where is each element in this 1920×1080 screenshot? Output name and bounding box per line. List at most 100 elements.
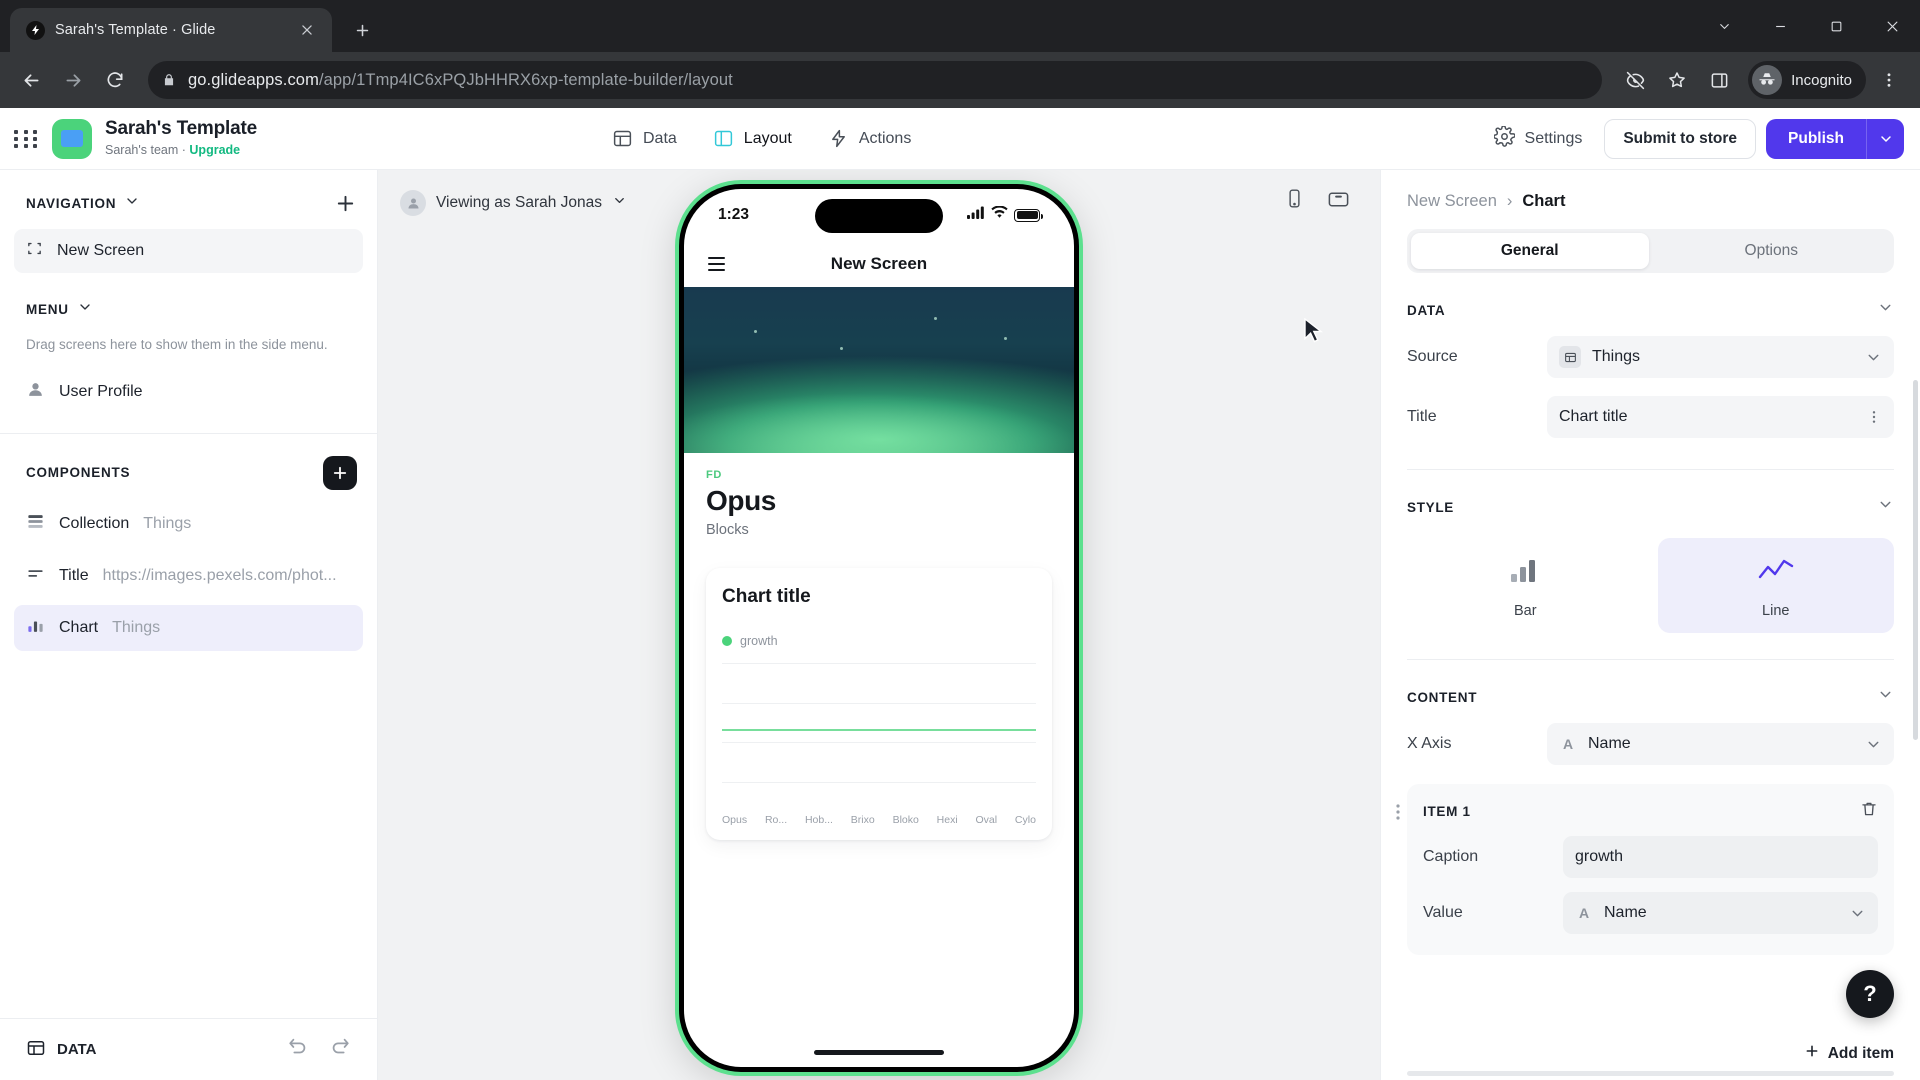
component-item-title[interactable]: Title https://images.pexels.com/phot... <box>14 553 363 599</box>
content-section: CONTENT X Axis A Name ITEM 1 Caption gro… <box>1381 660 1920 955</box>
component-item-chart-label: Chart <box>59 618 99 636</box>
phone-screen-title: New Screen <box>830 254 928 273</box>
chart-component[interactable]: Chart title growth Opus Ro... Hob... Bri… <box>706 568 1052 840</box>
component-item-chart[interactable]: Chart Things <box>14 604 363 651</box>
redo-icon[interactable] <box>329 1036 351 1063</box>
legend-label-growth: growth <box>740 634 778 648</box>
home-indicator <box>814 1050 944 1055</box>
chart-title-value: Chart title <box>1559 408 1628 425</box>
chevron-down-icon <box>1865 736 1882 753</box>
drag-dots-icon[interactable] <box>1391 802 1405 827</box>
glide-app: Sarah's Template Sarah's team · Upgrade … <box>0 108 1920 1080</box>
vertical-scrollbar[interactable] <box>1913 380 1918 740</box>
style-section: STYLE Bar Line <box>1381 470 1920 660</box>
component-item-collection[interactable]: Collection Things <box>14 501 363 547</box>
sidebar-item-user-profile[interactable]: User Profile <box>14 369 363 415</box>
browser-tab[interactable]: Sarah's Template · Glide <box>10 8 332 52</box>
close-icon[interactable] <box>294 17 320 43</box>
publish-button[interactable]: Publish <box>1766 118 1866 159</box>
lock-icon <box>162 73 176 87</box>
style-section-header[interactable]: STYLE <box>1407 470 1894 524</box>
maximize-icon[interactable] <box>1808 0 1864 52</box>
breadcrumb-current: Chart <box>1522 192 1566 210</box>
tablet-icon[interactable] <box>1327 188 1350 216</box>
chart-x-axis: Opus Ro... Hob... Brixo Bloko Hexi Oval Cylo <box>722 814 1036 826</box>
chart-title: Chart title <box>722 586 811 607</box>
right-panel: New Screen › Chart General Options DATA <box>1380 170 1920 1080</box>
content-section-header[interactable]: CONTENT <box>1407 660 1894 714</box>
chevron-down-icon[interactable] <box>1696 0 1752 52</box>
submit-to-store-button[interactable]: Submit to store <box>1604 118 1757 159</box>
component-item-chart-sub: Things <box>112 618 161 636</box>
app-header: Sarah's Template Sarah's team · Upgrade … <box>0 108 1920 170</box>
kebab-menu-icon[interactable] <box>1866 409 1882 425</box>
phone-status-bar: 1:23 <box>684 189 1074 241</box>
eye-off-icon[interactable] <box>1616 61 1654 99</box>
help-button[interactable]: ? <box>1846 970 1894 1018</box>
style-option-bar[interactable]: Bar <box>1407 538 1644 633</box>
window-close-icon[interactable] <box>1864 0 1920 52</box>
chevron-down-icon[interactable] <box>1877 299 1894 321</box>
kebab-menu-icon[interactable] <box>1870 61 1908 99</box>
component-item-title-label: Title <box>59 566 89 584</box>
battery-icon <box>1014 208 1043 222</box>
reload-icon[interactable] <box>96 61 134 99</box>
viewing-as-selector[interactable]: Viewing as Sarah Jonas <box>400 190 627 216</box>
minimize-icon[interactable] <box>1752 0 1808 52</box>
chart-title-input[interactable]: Chart title <box>1547 396 1894 438</box>
add-item-button[interactable]: Add item <box>1804 1043 1894 1064</box>
address-bar[interactable]: go.glideapps.com/app/1Tmp4IC6xPQJbHHRX6x… <box>148 61 1603 99</box>
breadcrumb-parent[interactable]: New Screen <box>1407 192 1497 211</box>
menu-title: MENU <box>26 302 69 317</box>
settings-label: Settings <box>1524 129 1583 147</box>
tab-options[interactable]: Options <box>1653 233 1891 269</box>
sidebar-item-new-screen[interactable]: New Screen <box>14 229 363 273</box>
undo-icon[interactable] <box>287 1036 309 1063</box>
style-option-line[interactable]: Line <box>1657 538 1894 633</box>
settings-button[interactable]: Settings <box>1482 118 1595 160</box>
star-icon[interactable] <box>1658 61 1696 99</box>
data-button[interactable]: DATA <box>26 1038 96 1062</box>
status-time: 1:23 <box>718 206 750 223</box>
phone-icon[interactable] <box>1284 188 1305 216</box>
add-screen-button[interactable] <box>334 192 357 215</box>
data-button-label: DATA <box>57 1041 97 1058</box>
new-tab-button[interactable] <box>344 12 380 48</box>
horizontal-scrollbar[interactable] <box>1407 1071 1894 1076</box>
caption-input[interactable]: growth <box>1563 836 1878 878</box>
x-axis-select[interactable]: A Name <box>1547 723 1894 765</box>
nav-tab-layout[interactable]: Layout <box>699 120 806 157</box>
nav-tab-actions[interactable]: Actions <box>814 120 925 157</box>
tab-options-label: Options <box>1744 242 1798 259</box>
chevron-down-icon[interactable] <box>1877 686 1894 708</box>
source-select[interactable]: Things <box>1547 336 1894 378</box>
chevron-down-icon[interactable] <box>1866 118 1904 159</box>
chevron-down-icon[interactable] <box>77 299 93 320</box>
mouse-cursor <box>1304 318 1324 343</box>
phone-preview: 1:23 New Screen FD Opus Blocks Chart tit… <box>679 184 1079 1072</box>
layout-icon <box>713 128 734 149</box>
add-component-button[interactable] <box>323 455 357 490</box>
screen-frame-icon <box>26 240 43 262</box>
nav-tab-data[interactable]: Data <box>598 120 691 157</box>
components-section-header: COMPONENTS <box>0 434 377 498</box>
style-options: Bar Line <box>1407 524 1894 637</box>
back-arrow-icon[interactable] <box>12 61 50 99</box>
value-value: Name <box>1604 904 1647 921</box>
data-section-header[interactable]: DATA <box>1407 273 1894 327</box>
app-identity[interactable]: Sarah's Template Sarah's team · Upgrade <box>105 118 257 158</box>
forward-arrow-icon[interactable] <box>54 61 92 99</box>
value-select[interactable]: A Name <box>1563 892 1878 934</box>
apps-grid-icon[interactable] <box>14 129 40 148</box>
chevron-right-icon: › <box>1506 192 1513 210</box>
avatar <box>400 190 426 216</box>
chevron-down-icon[interactable] <box>124 193 140 214</box>
tab-general[interactable]: General <box>1411 233 1649 269</box>
upgrade-link[interactable]: Upgrade <box>189 143 240 157</box>
profile-chip[interactable]: Incognito <box>1748 61 1866 99</box>
trash-icon[interactable] <box>1860 800 1878 823</box>
chevron-down-icon[interactable] <box>1877 496 1894 518</box>
nav-tab-data-label: Data <box>643 129 677 147</box>
undo-redo-group <box>287 1036 351 1063</box>
side-panel-icon[interactable] <box>1700 61 1738 99</box>
